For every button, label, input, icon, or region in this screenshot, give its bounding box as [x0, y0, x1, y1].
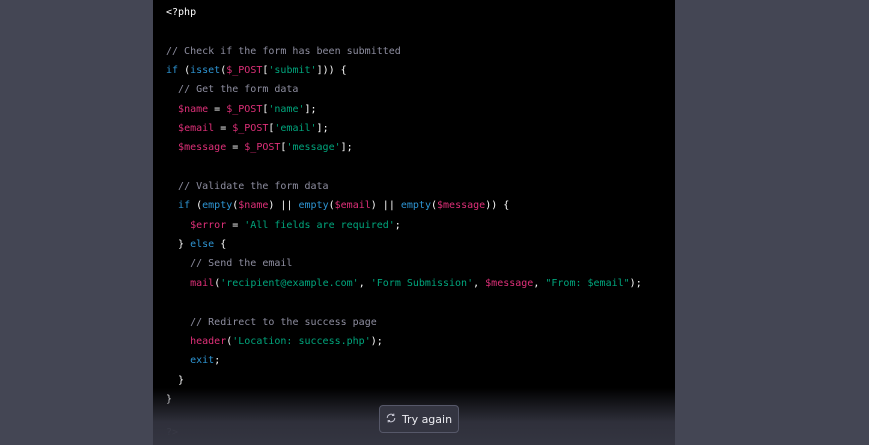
- code-text: );: [629, 277, 642, 289]
- code-keyword: else: [190, 239, 215, 251]
- code-line: }: [166, 371, 642, 390]
- code-keyword: if: [166, 65, 179, 77]
- code-line: $error = 'All fields are required';: [166, 216, 642, 235]
- code-text: ];: [316, 123, 329, 135]
- code-string: 'Location: success.php': [232, 335, 371, 347]
- code-keyword: isset: [190, 65, 221, 77]
- code-string: 'recipient@example.com': [220, 277, 359, 289]
- code-line: $name = $_POST['name'];: [166, 100, 642, 119]
- code-string: 'message': [286, 142, 341, 154]
- code-text: (: [178, 65, 191, 77]
- code-variable: $name: [178, 103, 209, 115]
- code-keyword: empty: [298, 200, 329, 212]
- code-variable: $message: [485, 277, 534, 289]
- code-keyword: empty: [400, 200, 431, 212]
- code-line: // Get the form data: [166, 80, 642, 99]
- code-line: $message = $_POST['message'];: [166, 138, 642, 157]
- code-string: 'Form Submission': [370, 277, 474, 289]
- code-text: );: [370, 335, 383, 347]
- code-text: ;: [214, 355, 221, 367]
- code-text: }: [166, 374, 185, 386]
- code-line: // Validate the form data: [166, 177, 642, 196]
- code-string: 'All fields are required': [244, 219, 395, 231]
- code-variable: header: [190, 335, 227, 347]
- code-text: ) ||: [268, 200, 299, 212]
- code-text: =: [214, 123, 233, 135]
- code-text: ) ||: [370, 200, 401, 212]
- code-line: <?php: [166, 3, 642, 22]
- code-text: }: [166, 393, 173, 405]
- refresh-icon: [386, 413, 396, 426]
- code-string: "From: $email": [545, 277, 630, 289]
- code-line: // Send the email: [166, 254, 642, 273]
- code-text: =: [208, 103, 227, 115]
- code-variable: $_POST: [232, 123, 269, 135]
- code-comment: // Validate the form data: [178, 181, 329, 193]
- code-content: <?php // Check if the form has been submi…: [166, 3, 642, 409]
- code-keyword: exit: [190, 355, 215, 367]
- code-variable: $_POST: [226, 65, 263, 77]
- code-text: }: [166, 239, 191, 251]
- code-line: header('Location: success.php');: [166, 332, 642, 351]
- try-again-label: Try again: [401, 412, 453, 426]
- code-text: =: [226, 219, 245, 231]
- php-close-tag: ?>: [166, 427, 179, 438]
- code-comment: // Send the email: [190, 258, 293, 270]
- code-text: ,: [473, 277, 486, 289]
- code-line: // Redirect to the success page: [166, 313, 642, 332]
- code-variable: $name: [238, 200, 269, 212]
- code-comment: // Get the form data: [178, 84, 299, 96]
- code-variable: $message: [178, 142, 227, 154]
- code-text: ];: [340, 142, 353, 154]
- code-variable: mail: [190, 277, 215, 289]
- code-line: } else {: [166, 235, 642, 254]
- code-text: (: [190, 200, 203, 212]
- code-string: 'name': [268, 103, 305, 115]
- code-text: ];: [304, 103, 317, 115]
- code-variable: $message: [437, 200, 486, 212]
- code-comment: // Check if the form has been submitted: [166, 45, 401, 57]
- code-variable: $_POST: [244, 142, 281, 154]
- code-text: ,: [358, 277, 371, 289]
- code-variable: $_POST: [226, 103, 263, 115]
- code-line: if (empty($name) || empty($email) || emp…: [166, 196, 642, 215]
- code-text: <?php: [166, 7, 197, 18]
- code-text: ;: [394, 219, 401, 231]
- code-string: 'email': [274, 123, 317, 135]
- code-text: )) {: [485, 200, 510, 212]
- code-variable: $email: [178, 123, 215, 135]
- code-block: <?php // Check if the form has been submi…: [153, 0, 675, 445]
- code-line: if (isset($_POST['submit'])) {: [166, 61, 642, 80]
- code-variable: $error: [190, 219, 227, 231]
- code-variable: $email: [334, 200, 371, 212]
- code-text: ])) {: [316, 65, 347, 77]
- try-again-button[interactable]: Try again: [379, 405, 459, 433]
- code-keyword: if: [178, 200, 191, 212]
- code-line: mail('recipient@example.com', 'Form Subm…: [166, 274, 642, 293]
- code-line: // Check if the form has been submitted: [166, 42, 642, 61]
- code-line: exit;: [166, 351, 642, 370]
- code-string: 'submit': [268, 65, 317, 77]
- code-text: ,: [533, 277, 546, 289]
- code-keyword: empty: [202, 200, 233, 212]
- code-line: $email = $_POST['email'];: [166, 119, 642, 138]
- code-text: =: [226, 142, 245, 154]
- code-comment: // Redirect to the success page: [190, 316, 377, 328]
- code-text: {: [214, 239, 227, 251]
